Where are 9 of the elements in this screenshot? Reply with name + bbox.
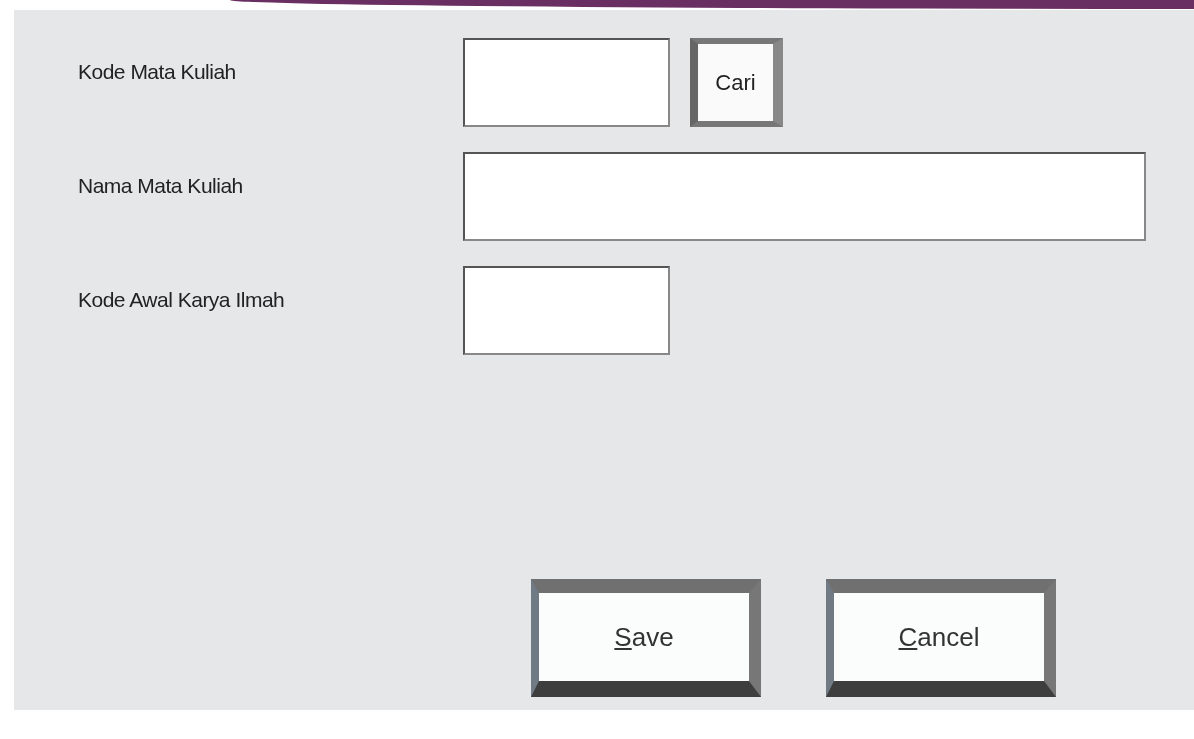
field-label: Nama Mata Kuliah xyxy=(78,174,244,198)
input-field[interactable] xyxy=(463,38,670,127)
field-label: Kode Mata Kuliah xyxy=(78,60,237,84)
field-label: Kode Awal Karya Ilmah xyxy=(78,288,286,312)
input-field[interactable] xyxy=(463,152,1146,241)
cancel-button[interactable]: Cancel xyxy=(826,579,1056,697)
input-field[interactable] xyxy=(463,266,670,355)
search-button[interactable]: Cari xyxy=(690,38,783,127)
save-button[interactable]: Save xyxy=(531,579,761,697)
